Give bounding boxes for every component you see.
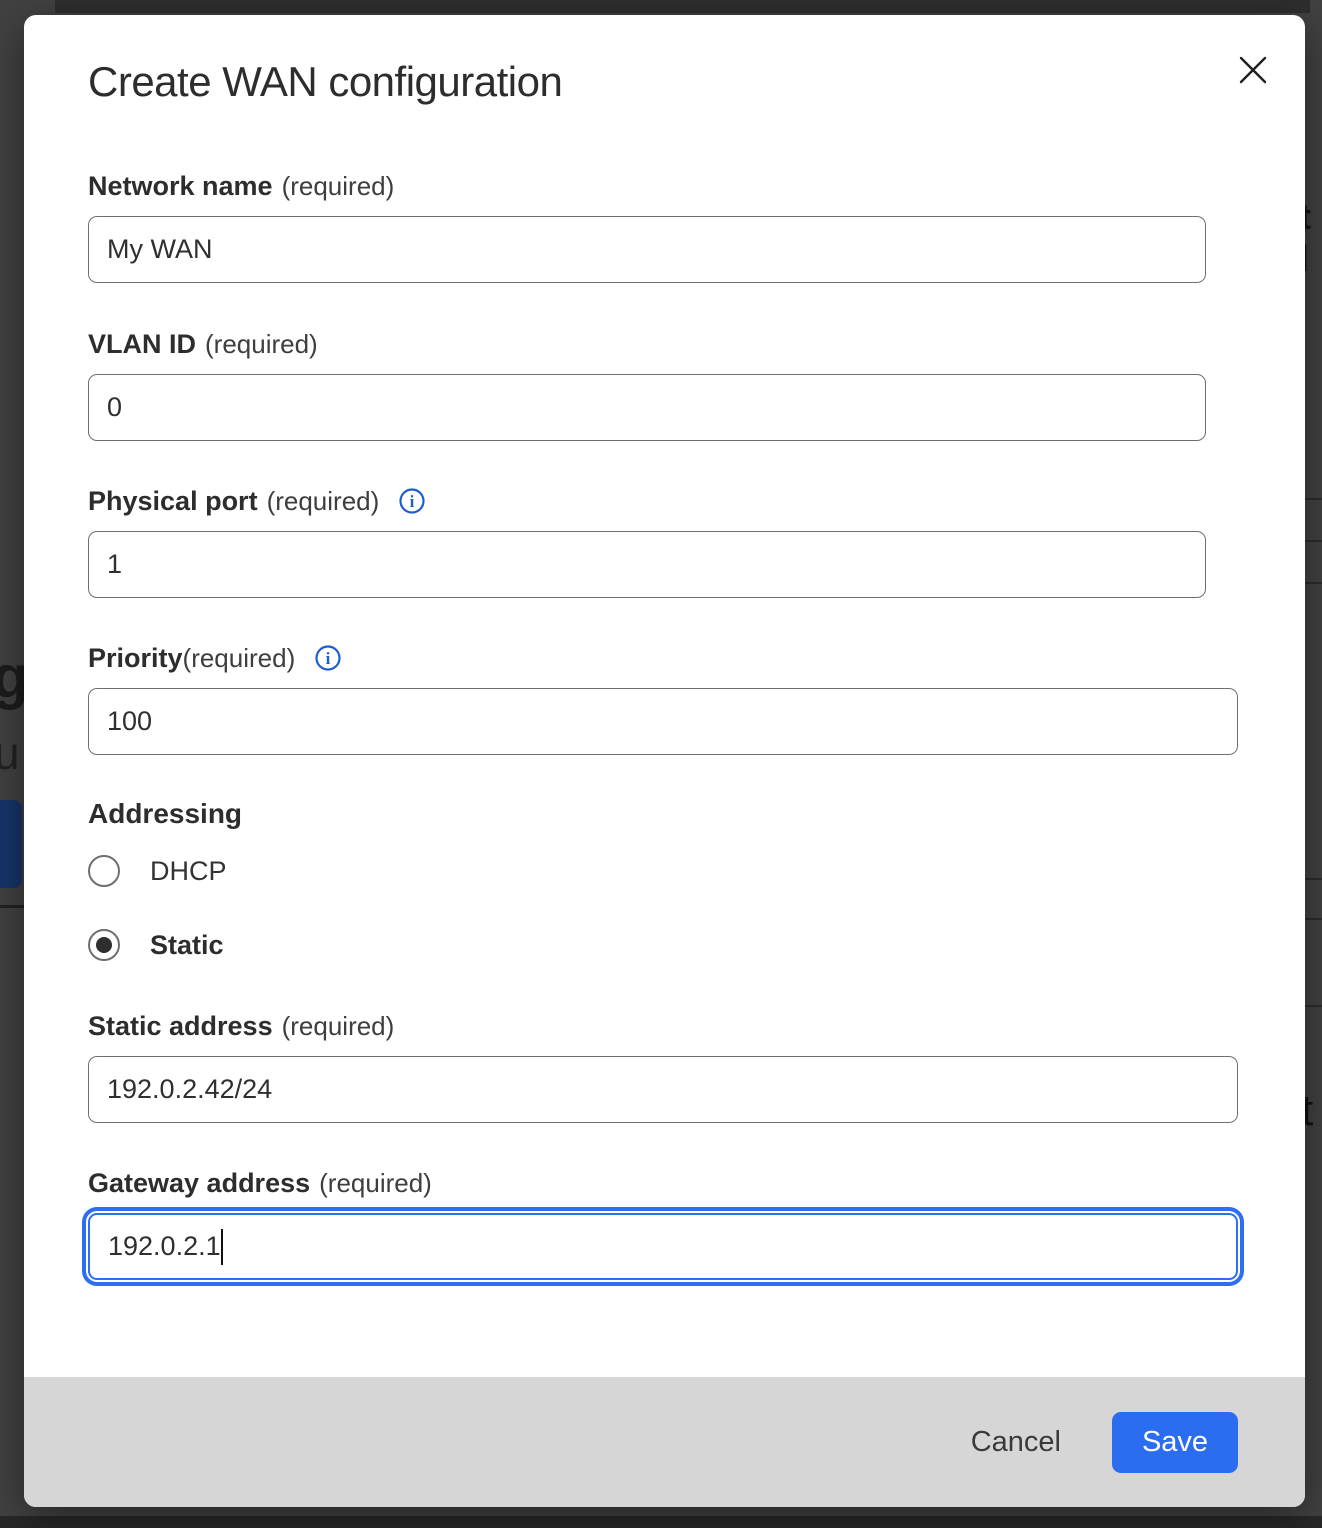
addressing-heading: Addressing xyxy=(88,797,1238,831)
required-note: (required) xyxy=(282,1011,395,1042)
vlan-id-input[interactable] xyxy=(88,374,1206,441)
addressing-option-static[interactable]: Static xyxy=(88,929,1238,961)
close-icon xyxy=(1238,55,1268,85)
network-name-field-group: Network name (required) xyxy=(88,170,1238,283)
backdrop-divider xyxy=(1305,582,1322,584)
radio-button-selected[interactable] xyxy=(88,929,120,961)
network-name-label: Network name xyxy=(88,171,273,202)
save-button[interactable]: Save xyxy=(1112,1412,1238,1473)
required-note: (required) xyxy=(205,329,318,360)
gateway-address-label: Gateway address xyxy=(88,1168,310,1199)
cancel-button[interactable]: Cancel xyxy=(969,1420,1063,1465)
radio-button-unselected[interactable] xyxy=(88,855,120,887)
backdrop-divider xyxy=(1305,1005,1322,1007)
backdrop-blue-button xyxy=(0,800,22,888)
svg-text:i: i xyxy=(326,649,331,668)
backdrop-fragment: u xyxy=(0,726,20,780)
info-icon[interactable]: i xyxy=(314,644,342,672)
backdrop-divider xyxy=(1305,878,1322,880)
addressing-section: Addressing DHCP Static xyxy=(88,797,1238,961)
dhcp-radio-label[interactable]: DHCP xyxy=(150,856,227,887)
info-icon[interactable]: i xyxy=(398,487,426,515)
dialog-body: Create WAN configuration Network name (r… xyxy=(24,15,1305,1377)
svg-text:i: i xyxy=(410,492,415,511)
backdrop-bottom-bar xyxy=(0,1516,1322,1528)
physical-port-input[interactable] xyxy=(88,531,1206,598)
priority-field-group: Priority (required) i xyxy=(88,642,1238,755)
dialog-title: Create WAN configuration xyxy=(88,58,1238,106)
backdrop-divider xyxy=(1305,540,1322,542)
gateway-address-input[interactable] xyxy=(88,1213,1238,1280)
priority-input[interactable] xyxy=(88,688,1238,755)
gateway-address-field-group: Gateway address (required) xyxy=(88,1167,1238,1280)
network-name-input[interactable] xyxy=(88,216,1206,283)
backdrop-divider xyxy=(1305,498,1322,500)
addressing-option-dhcp[interactable]: DHCP xyxy=(88,855,1238,887)
required-note: (required) xyxy=(319,1168,432,1199)
backdrop-divider xyxy=(1305,918,1322,920)
vlan-id-label: VLAN ID xyxy=(88,329,196,360)
static-radio-label[interactable]: Static xyxy=(150,930,224,961)
close-button[interactable] xyxy=(1234,51,1272,89)
priority-label: Priority xyxy=(88,643,183,674)
static-address-input[interactable] xyxy=(88,1056,1238,1123)
physical-port-field-group: Physical port (required) i xyxy=(88,485,1238,598)
static-address-field-group: Static address (required) xyxy=(88,1010,1238,1123)
create-wan-configuration-dialog: Create WAN configuration Network name (r… xyxy=(24,15,1305,1507)
radio-dot xyxy=(96,937,112,953)
backdrop-top-bar xyxy=(55,0,1310,13)
text-cursor xyxy=(221,1229,223,1265)
required-note: (required) xyxy=(267,486,380,517)
required-note: (required) xyxy=(282,171,395,202)
vlan-id-field-group: VLAN ID (required) xyxy=(88,328,1238,441)
backdrop-divider xyxy=(0,905,24,908)
dialog-footer: Cancel Save xyxy=(24,1377,1305,1507)
static-address-label: Static address xyxy=(88,1011,273,1042)
required-note: (required) xyxy=(183,643,296,674)
physical-port-label: Physical port xyxy=(88,486,258,517)
